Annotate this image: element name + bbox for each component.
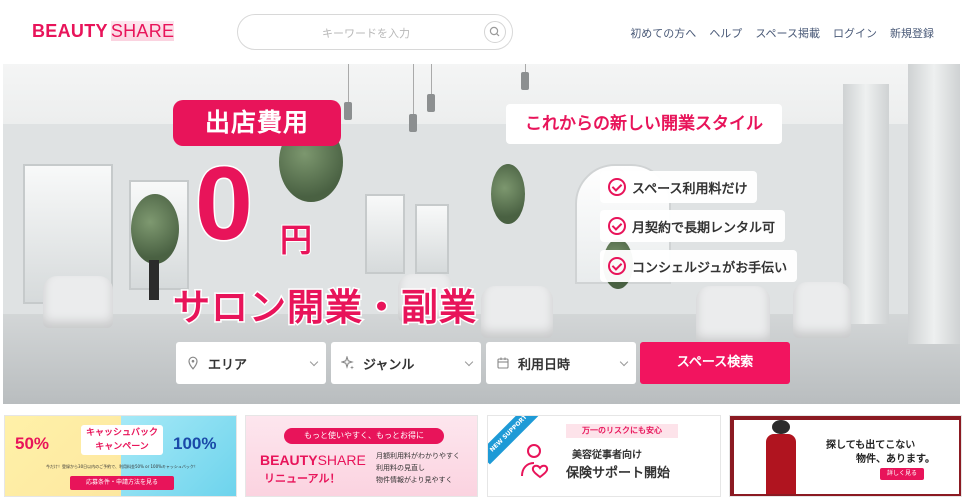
keyword-search: [237, 14, 513, 50]
feature-item: スペース利用料だけ: [600, 171, 758, 203]
site-header: BEAUTYSHARE 初めての方へ ヘルプ スペース掲載 ログイン 新規登録: [0, 0, 962, 64]
insurance-support-banner[interactable]: NEW SUPPORT 万一のリスクにも安心 美容従事者向け 保険サポート開始: [487, 415, 721, 497]
consultant-avatar: [772, 420, 790, 434]
calendar-icon: [497, 357, 509, 369]
nav-signup[interactable]: 新規登録: [890, 25, 934, 41]
keyword-search-input[interactable]: [256, 23, 476, 43]
search-icon-button[interactable]: [484, 21, 506, 43]
check-circle-icon: [608, 178, 626, 196]
feature-item: コンシェルジュがお手伝い: [600, 250, 798, 282]
nav-login[interactable]: ログイン: [833, 25, 877, 41]
cashback-details-button[interactable]: 応募条件・申請方法を見る: [70, 476, 174, 490]
space-search-button[interactable]: スペース検索: [640, 342, 790, 384]
sparkle-icon: [341, 356, 354, 370]
chevron-down-icon: [464, 357, 474, 367]
yen-unit: 円: [279, 220, 313, 260]
nav-help[interactable]: ヘルプ: [709, 25, 742, 41]
header-nav: 初めての方へ ヘルプ スペース掲載 ログイン 新規登録: [630, 25, 934, 41]
site-logo[interactable]: BEAUTY SHARE: [32, 21, 175, 42]
chevron-down-icon: [309, 357, 319, 367]
feature-item: 月契約で長期レンタル可: [600, 210, 786, 242]
check-circle-icon: [608, 257, 626, 275]
zero-price: 0: [194, 146, 255, 262]
hero-headline: サロン開業・副業: [172, 285, 478, 331]
chevron-down-icon: [619, 357, 629, 367]
date-select[interactable]: 利用日時: [486, 342, 636, 384]
check-circle-icon: [608, 217, 626, 235]
area-select[interactable]: エリア: [176, 342, 326, 384]
person-heart-icon: [521, 444, 549, 479]
location-pin-icon: [188, 356, 198, 370]
hero-section: 出店費用 0 円 サロン開業・副業 これからの新しい開業スタイル スペース利用料…: [3, 64, 960, 404]
search-icon: [489, 26, 500, 37]
genre-select[interactable]: ジャンル: [331, 342, 481, 384]
nav-list-space[interactable]: スペース掲載: [755, 25, 820, 41]
renewal-banner[interactable]: もっと使いやすく、もっとお得に BEAUTYSHARE リニューアル！ 月額利用…: [245, 415, 478, 497]
property-banner[interactable]: 探しても出てこない 物件、あります。 詳しく見る: [729, 415, 962, 497]
property-details-button[interactable]: 詳しく見る: [880, 468, 924, 480]
hero-tagline: これからの新しい開業スタイル: [506, 104, 782, 144]
cashback-banner[interactable]: 50% キャッシュバック キャンペーン 100% 今だけ！登録から30日以内のご…: [4, 415, 237, 497]
nav-first-time[interactable]: 初めての方へ: [630, 25, 696, 41]
opening-cost-tag: 出店費用: [173, 100, 341, 146]
